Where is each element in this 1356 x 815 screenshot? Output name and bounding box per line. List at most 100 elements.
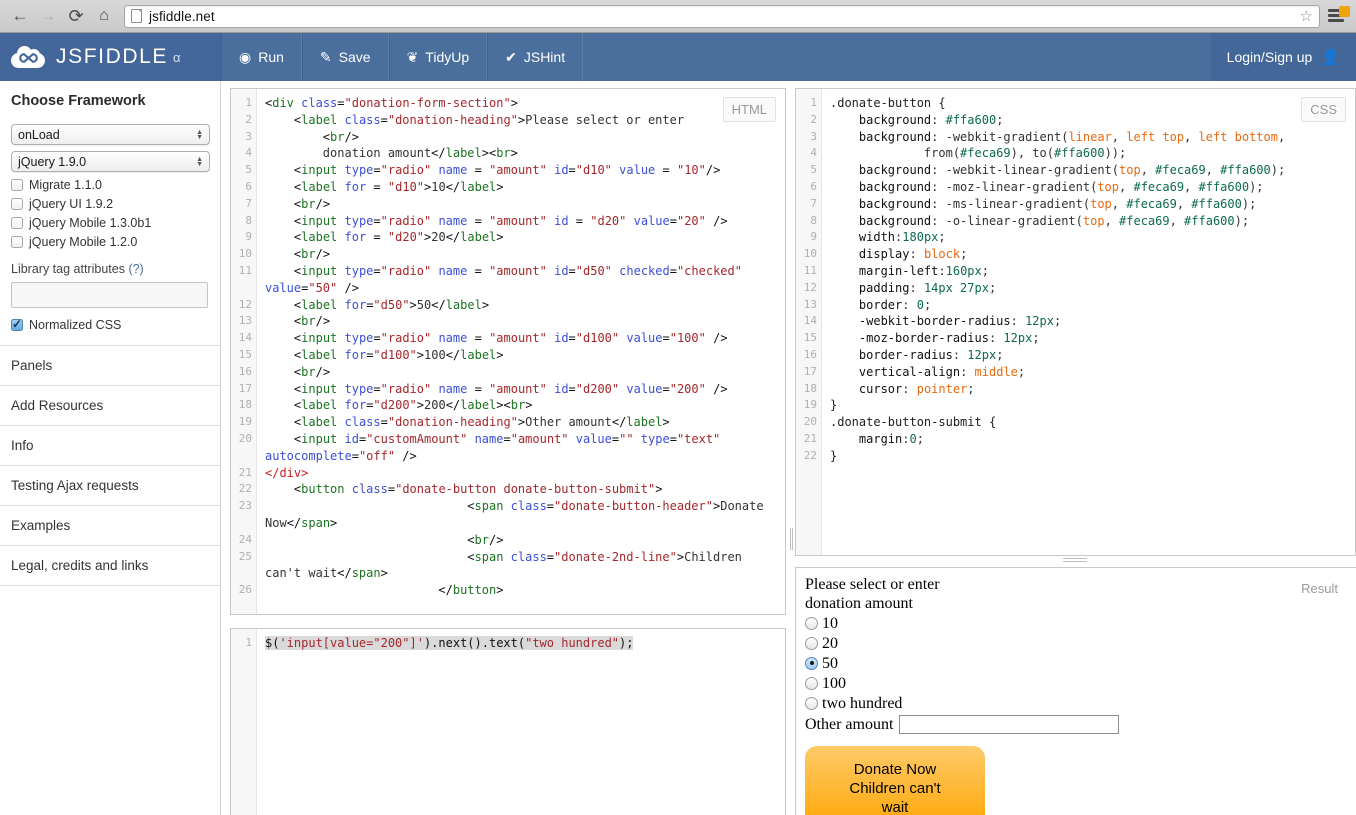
- checkbox-label: Normalized CSS: [29, 318, 121, 332]
- sidebar-item-legal-credits-links[interactable]: Legal, credits and links: [0, 546, 220, 586]
- user-icon: 👤: [1321, 48, 1340, 66]
- sidebar-item-examples[interactable]: Examples: [0, 506, 220, 546]
- css-gutter: 1234 5678 9101112 13141516 17181920 2122: [796, 89, 822, 555]
- radio-option-10[interactable]: 10: [805, 613, 1347, 633]
- library-tag-attributes-label: Library tag attributes (?): [11, 262, 209, 276]
- checkbox-normalized-css[interactable]: Normalized CSS: [11, 318, 209, 332]
- url-text: jsfiddle.net: [149, 9, 215, 24]
- radio-icon[interactable]: [805, 617, 818, 630]
- leaf-icon: ❦: [407, 49, 419, 66]
- jsfiddle-cloud-logo: [11, 46, 45, 68]
- library-tag-attributes-input[interactable]: [11, 282, 208, 308]
- radio-icon-selected[interactable]: [805, 657, 818, 670]
- radio-icon[interactable]: [805, 677, 818, 690]
- radio-label: two hundred: [822, 694, 902, 713]
- horizontal-resize-grip[interactable]: [1063, 556, 1087, 565]
- browser-toolbar: ← → ⟳ ⌂ jsfiddle.net ☆: [0, 0, 1356, 33]
- radio-label: 10: [822, 614, 838, 633]
- donate-button-header: Donate Now: [854, 761, 937, 778]
- css-source[interactable]: .donate-button { background: #ffa600; ba…: [822, 89, 1355, 555]
- js-code-editor[interactable]: 1 $('input[value="200"]').next().text("t…: [231, 629, 785, 815]
- checkbox-label: jQuery Mobile 1.2.0: [29, 235, 137, 249]
- donate-now-button[interactable]: Donate Now Children can't wait: [805, 746, 985, 815]
- framework-select[interactable]: jQuery 1.9.0 ▲▼: [11, 151, 210, 172]
- page-title: JSFIDDLE: [56, 45, 168, 69]
- radio-option-100[interactable]: 100: [805, 673, 1347, 693]
- javascript-editor-panel[interactable]: 1 $('input[value="200"]').next().text("t…: [230, 628, 786, 815]
- app-header: JSFIDDLE α ◉ Run ✎ Save ❦ TidyUp ✔ JSHin…: [0, 33, 1356, 81]
- radio-option-50[interactable]: 50: [805, 653, 1347, 673]
- checkbox-label: jQuery Mobile 1.3.0b1: [29, 216, 151, 230]
- tidyup-button[interactable]: ❦ TidyUp: [389, 33, 488, 81]
- html-gutter: 1234 5678 91011 12131415 16171819 20 212…: [231, 89, 257, 614]
- html-code-editor[interactable]: 1234 5678 91011 12131415 16171819 20 212…: [231, 89, 785, 614]
- radio-icon[interactable]: [805, 637, 818, 650]
- run-button-label: Run: [258, 49, 284, 65]
- sidebar-item-info[interactable]: Info: [0, 426, 220, 466]
- checkbox-jquery-mobile-130b1[interactable]: jQuery Mobile 1.3.0b1: [11, 216, 209, 230]
- hamburger-menu-icon[interactable]: [1328, 7, 1348, 25]
- login-signup-button[interactable]: Login/Sign up 👤: [1211, 33, 1356, 81]
- other-amount-row: Other amount: [805, 715, 1347, 734]
- framework-value: jQuery 1.9.0: [18, 155, 86, 169]
- header-spacer: [583, 33, 1211, 81]
- html-editor-panel[interactable]: HTML 1234 5678 91011 12131415 16171819 2…: [230, 88, 786, 615]
- checkbox-box: [11, 319, 23, 331]
- radio-label: 100: [822, 674, 846, 693]
- back-arrow-icon[interactable]: ←: [6, 3, 34, 29]
- reload-icon[interactable]: ⟳: [62, 3, 90, 29]
- other-amount-input[interactable]: [899, 715, 1119, 734]
- donation-heading-line2: donation amount: [805, 594, 1347, 613]
- brand-area[interactable]: JSFIDDLE α: [0, 33, 221, 81]
- run-button[interactable]: ◉ Run: [221, 33, 302, 81]
- radio-option-two-hundred[interactable]: two hundred: [805, 693, 1347, 713]
- sidebar-item-testing-ajax-requests[interactable]: Testing Ajax requests: [0, 466, 220, 506]
- checkbox-label: jQuery UI 1.9.2: [29, 197, 113, 211]
- login-signup-label: Login/Sign up: [1227, 49, 1313, 65]
- checkbox-box: [11, 198, 23, 210]
- donate-2nd-line-b: wait: [882, 799, 909, 815]
- star-icon[interactable]: ☆: [1300, 7, 1313, 25]
- home-icon[interactable]: ⌂: [90, 3, 118, 29]
- radio-icon[interactable]: [805, 697, 818, 710]
- jshint-button[interactable]: ✔ JSHint: [487, 33, 583, 81]
- infinity-icon: [19, 53, 38, 63]
- framework-section: Choose Framework onLoad ▲▼ jQuery 1.9.0 …: [0, 81, 220, 346]
- address-bar[interactable]: jsfiddle.net ☆: [124, 5, 1320, 28]
- library-tag-attributes-text: Library tag attributes: [11, 262, 125, 276]
- help-link[interactable]: (?): [128, 262, 143, 276]
- checkbox-label: Migrate 1.1.0: [29, 178, 102, 192]
- page-document-icon: [131, 9, 142, 23]
- other-amount-label: Other amount: [805, 715, 893, 734]
- html-source[interactable]: <div class="donation-form-section"> <lab…: [257, 89, 785, 614]
- load-type-select[interactable]: onLoad ▲▼: [11, 124, 210, 145]
- donate-2nd-line-a: Children can't: [849, 780, 940, 797]
- sidebar: Choose Framework onLoad ▲▼ jQuery 1.9.0 …: [0, 81, 221, 815]
- save-button-label: Save: [339, 49, 371, 65]
- save-button[interactable]: ✎ Save: [302, 33, 389, 81]
- jshint-button-label: JSHint: [524, 49, 565, 65]
- forward-arrow-icon[interactable]: →: [34, 3, 62, 29]
- js-line-number: 1: [231, 635, 252, 652]
- chevron-updown-icon: ▲▼: [196, 157, 203, 167]
- vertical-resize-grip[interactable]: [788, 528, 795, 550]
- sidebar-item-add-resources[interactable]: Add Resources: [0, 386, 220, 426]
- brand-alpha-tag: α: [173, 50, 181, 65]
- radio-option-20[interactable]: 20: [805, 633, 1347, 653]
- checkbox-box: [11, 179, 23, 191]
- checkbox-migrate[interactable]: Migrate 1.1.0: [11, 178, 209, 192]
- pencil-icon: ✎: [320, 49, 332, 66]
- checkbox-jquery-mobile-120[interactable]: jQuery Mobile 1.2.0: [11, 235, 209, 249]
- css-code-editor[interactable]: 1234 5678 9101112 13141516 17181920 2122…: [796, 89, 1355, 555]
- sidebar-item-panels[interactable]: Panels: [0, 346, 220, 386]
- css-panel-label: CSS: [1301, 97, 1346, 122]
- result-content: Please select or enter donation amount 1…: [796, 568, 1356, 815]
- load-type-value: onLoad: [18, 128, 60, 142]
- chevron-updown-icon: ▲▼: [196, 130, 203, 140]
- result-panel-label: Result: [1292, 576, 1347, 601]
- css-editor-panel[interactable]: CSS 1234 5678 9101112 13141516 17181920 …: [795, 88, 1356, 556]
- js-gutter: 1: [231, 629, 257, 815]
- checkbox-jquery-ui[interactable]: jQuery UI 1.9.2: [11, 197, 209, 211]
- sidebar-heading: Choose Framework: [11, 93, 209, 109]
- js-source[interactable]: $('input[value="200"]').next().text("two…: [257, 629, 785, 815]
